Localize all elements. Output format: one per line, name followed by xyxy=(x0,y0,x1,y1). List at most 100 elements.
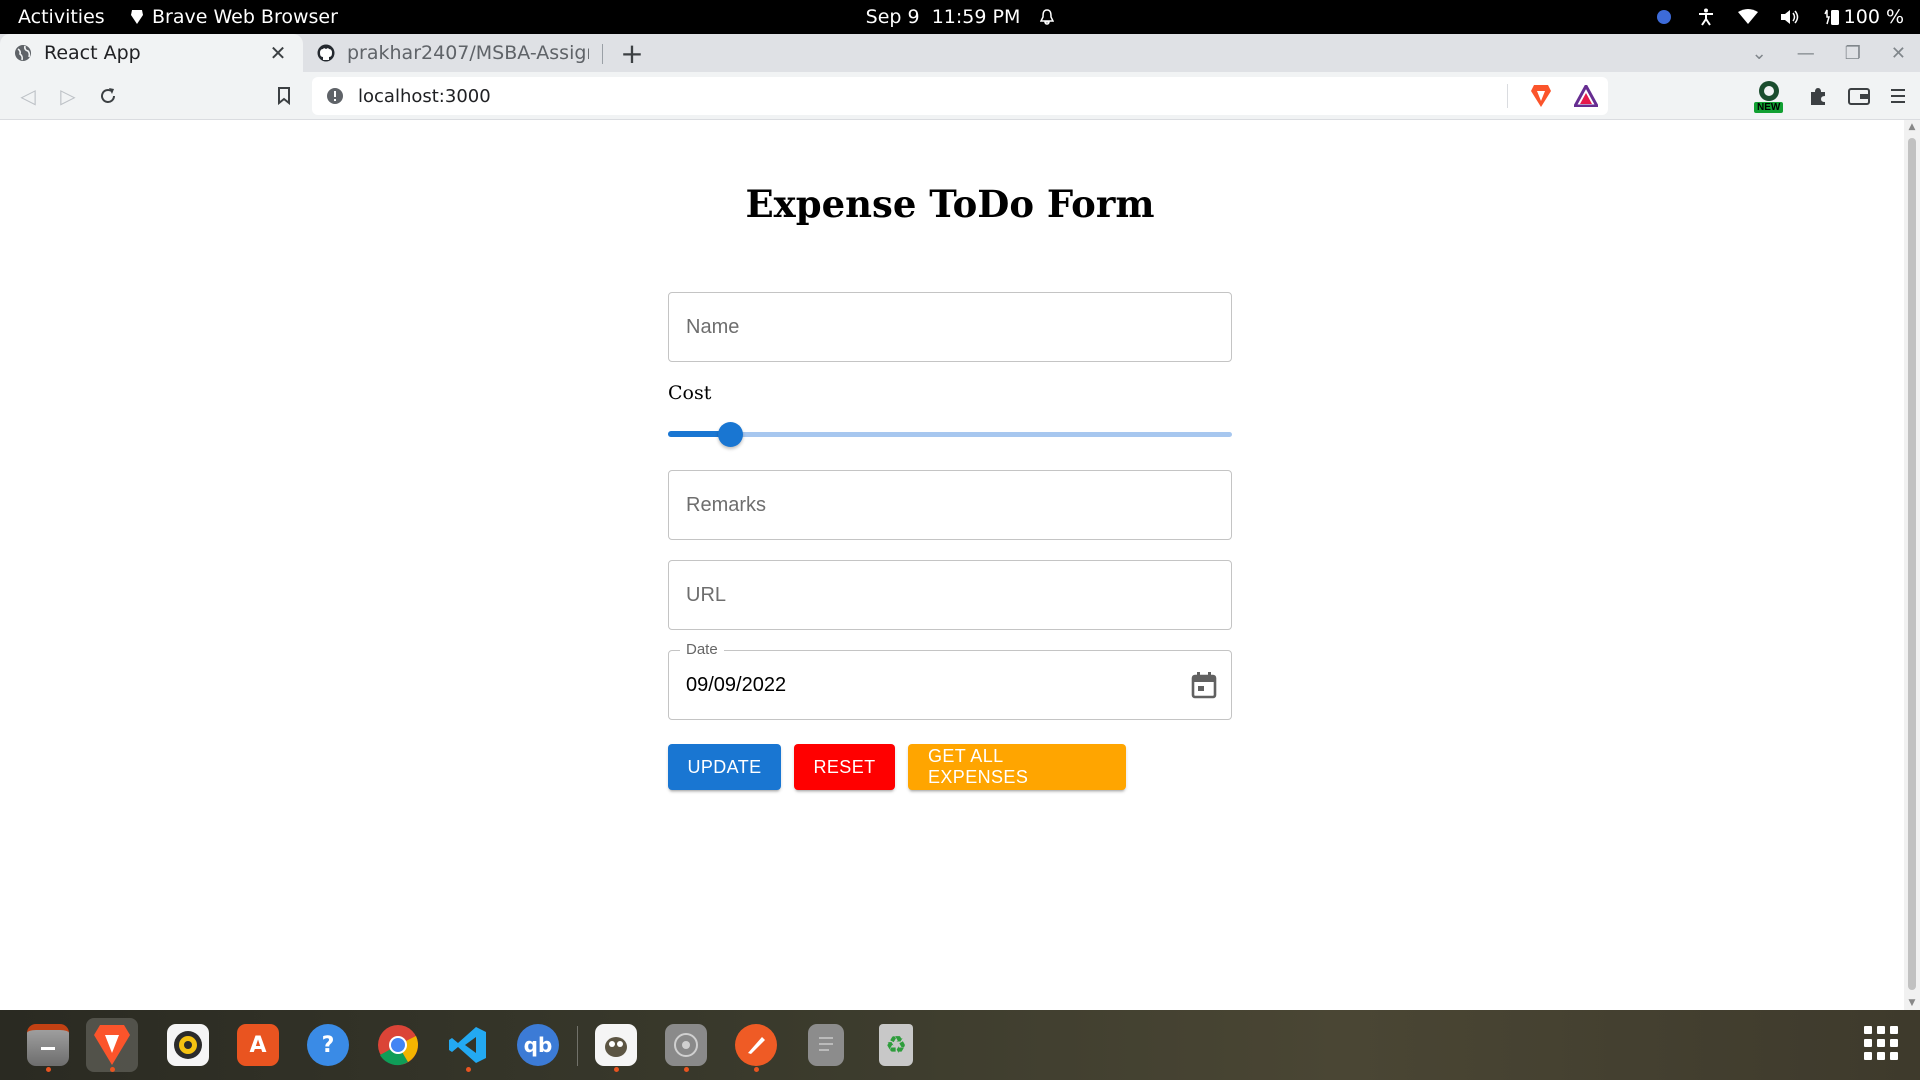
tab-react-app[interactable]: React App ✕ xyxy=(0,34,303,72)
wifi-icon xyxy=(1737,7,1758,27)
reload-icon xyxy=(101,88,115,103)
page-scrollbar[interactable]: ▲ ▼ xyxy=(1904,120,1920,1010)
volume-icon xyxy=(1780,7,1800,27)
bell-icon xyxy=(1040,9,1055,25)
brave-shields-icon[interactable] xyxy=(1530,84,1552,108)
disk-icon xyxy=(665,1024,707,1066)
vscode-icon xyxy=(447,1024,489,1066)
date-field[interactable]: Date 09/09/2022 xyxy=(668,641,1232,720)
reset-button[interactable]: RESET xyxy=(794,744,895,790)
battery-indicator: 100 % xyxy=(1822,6,1904,28)
github-icon xyxy=(317,44,335,62)
accessibility-icon xyxy=(1696,7,1716,27)
running-indicator xyxy=(465,1067,471,1072)
postman-icon xyxy=(735,1024,777,1066)
activities-button[interactable]: Activities xyxy=(18,0,105,34)
clock-time: 11:59 PM xyxy=(931,6,1021,28)
dock-brave[interactable] xyxy=(86,1018,138,1072)
form-buttons: UPDATE RESET GET ALL EXPENSES xyxy=(668,744,1232,790)
slider-thumb[interactable] xyxy=(718,422,743,447)
new-badge: NEW xyxy=(1754,102,1784,113)
scroll-up-arrow[interactable]: ▲ xyxy=(1904,120,1920,134)
cost-label: Cost xyxy=(668,382,712,404)
dock-text-editor[interactable] xyxy=(800,1018,852,1072)
update-button[interactable]: UPDATE xyxy=(668,744,781,790)
page-viewport: Expense ToDo Form Cost Date 09/09/2022 xyxy=(0,120,1920,1010)
bookmark-button[interactable] xyxy=(266,72,302,120)
dock-software[interactable]: A xyxy=(232,1018,284,1072)
new-tab-button[interactable]: + xyxy=(617,34,647,72)
text-editor-icon xyxy=(808,1024,844,1066)
cost-slider[interactable] xyxy=(668,414,1232,454)
running-indicator xyxy=(613,1067,619,1072)
name-input[interactable] xyxy=(669,293,1231,361)
remarks-input[interactable] xyxy=(669,471,1231,539)
address-bar[interactable]: localhost:3000 xyxy=(312,77,1608,115)
battery-icon xyxy=(1823,9,1839,25)
dock-trash[interactable]: ♻ xyxy=(870,1018,922,1072)
tab-strip: React App ✕ prakhar2407/MSBA-Assignme + … xyxy=(0,34,1920,72)
dock-files[interactable] xyxy=(22,1018,74,1072)
page-title: Expense ToDo Form xyxy=(745,182,1155,226)
vpn-icon xyxy=(1654,7,1674,27)
extension-vpn-button[interactable]: NEW xyxy=(1754,79,1788,113)
divider xyxy=(1507,84,1508,108)
extensions-area: NEW xyxy=(1754,72,1906,120)
dock-gimp[interactable] xyxy=(590,1018,642,1072)
running-indicator xyxy=(109,1067,115,1072)
minimize-button[interactable]: — xyxy=(1797,43,1815,64)
puzzle-icon[interactable] xyxy=(1808,86,1828,106)
brave-small-icon xyxy=(131,10,143,24)
system-tray[interactable]: 100 % xyxy=(1654,0,1904,34)
rhythmbox-icon xyxy=(167,1024,209,1066)
trash-icon: ♻ xyxy=(879,1024,913,1066)
get-all-expenses-button[interactable]: GET ALL EXPENSES xyxy=(908,744,1126,790)
show-applications-button[interactable] xyxy=(1864,1026,1898,1060)
back-button[interactable]: ◁ xyxy=(10,72,46,120)
close-window-button[interactable]: ✕ xyxy=(1891,43,1906,64)
name-field[interactable] xyxy=(668,292,1232,362)
app-menu-label: Brave Web Browser xyxy=(152,6,338,28)
remarks-field[interactable] xyxy=(668,470,1232,540)
dock-help[interactable]: ? xyxy=(302,1018,354,1072)
tab-close-button[interactable]: ✕ xyxy=(267,41,289,65)
maximize-button[interactable]: ❐ xyxy=(1845,43,1861,64)
running-indicator xyxy=(683,1067,689,1072)
scroll-down-arrow[interactable]: ▼ xyxy=(1904,996,1920,1010)
qbittorrent-icon: qb xyxy=(517,1024,559,1066)
dock-qbittorrent[interactable]: qb xyxy=(512,1018,564,1072)
files-icon xyxy=(27,1024,69,1066)
menu-icon[interactable] xyxy=(1890,87,1906,105)
wallet-icon[interactable] xyxy=(1848,87,1870,105)
brave-icon xyxy=(91,1024,133,1066)
app-menu[interactable]: Brave Web Browser xyxy=(130,0,338,34)
chrome-icon xyxy=(377,1024,419,1066)
running-indicator xyxy=(753,1067,759,1072)
dock-disk[interactable] xyxy=(660,1018,712,1072)
help-icon: ? xyxy=(307,1024,349,1066)
gimp-icon xyxy=(595,1024,637,1066)
reload-button[interactable] xyxy=(90,72,126,120)
browser-toolbar: ◁ ▷ localhost:3000 NEW xyxy=(0,72,1920,120)
info-icon[interactable] xyxy=(326,87,344,105)
dock-chrome[interactable] xyxy=(372,1018,424,1072)
calendar-icon[interactable] xyxy=(1191,671,1217,699)
slider-rail[interactable] xyxy=(668,432,1232,437)
tab-title: prakhar2407/MSBA-Assignme xyxy=(347,42,589,64)
scroll-thumb[interactable] xyxy=(1908,138,1916,990)
expense-form: Cost Date 09/09/2022 UPDATE RESE xyxy=(668,292,1232,790)
window-controls: ⌄ — ❐ ✕ xyxy=(1752,34,1906,72)
forward-button[interactable]: ▷ xyxy=(50,72,86,120)
system-top-bar: Activities Brave Web Browser Sep 9 11:59… xyxy=(0,0,1920,34)
dock-rhythmbox[interactable] xyxy=(162,1018,214,1072)
tab-search-icon[interactable]: ⌄ xyxy=(1752,43,1767,64)
dock-vscode[interactable] xyxy=(442,1018,494,1072)
clock[interactable]: Sep 9 11:59 PM xyxy=(866,6,1021,28)
url-input[interactable] xyxy=(669,561,1231,629)
brave-rewards-icon[interactable] xyxy=(1574,85,1598,107)
dock-postman[interactable] xyxy=(730,1018,782,1072)
tab-github[interactable]: prakhar2407/MSBA-Assignme xyxy=(303,34,603,72)
bookmark-icon xyxy=(278,87,290,105)
url-field[interactable] xyxy=(668,560,1232,630)
date-input[interactable]: 09/09/2022 xyxy=(686,651,786,719)
